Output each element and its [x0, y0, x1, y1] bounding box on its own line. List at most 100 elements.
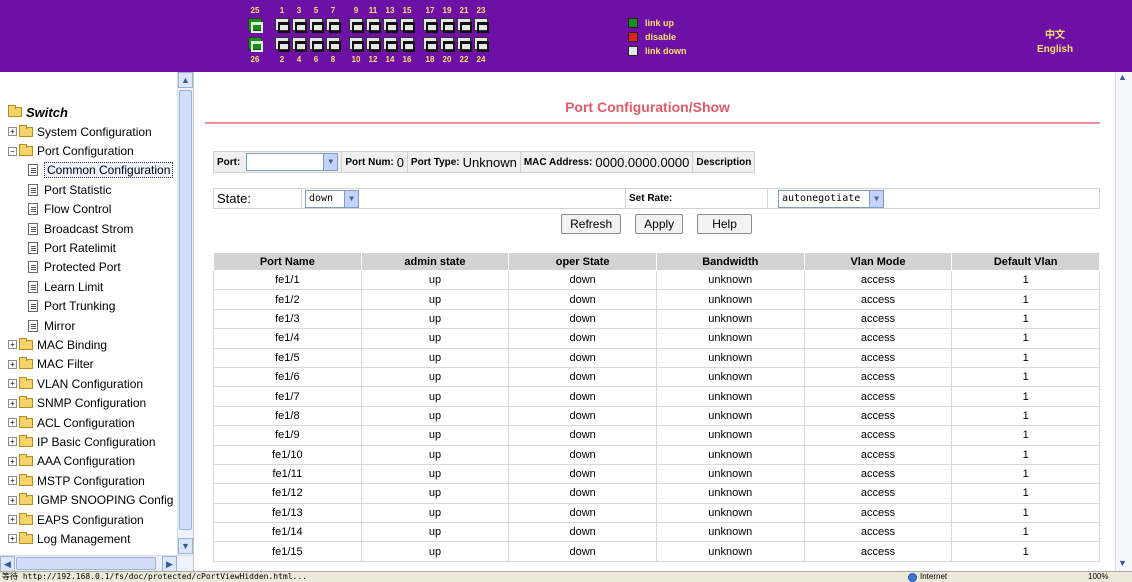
state-select[interactable]: down ▼ [305, 189, 359, 208]
table-row[interactable]: fe1/15 up down unknown access 1 [213, 541, 1100, 562]
table-cell[interactable]: fe1/12 [213, 483, 362, 504]
table-row[interactable]: fe1/13 up down unknown access 1 [213, 502, 1100, 524]
expand-icon[interactable]: + [8, 437, 17, 447]
port-15-icon[interactable] [400, 18, 415, 33]
table-cell[interactable]: fe1/5 [213, 347, 362, 368]
expand-icon[interactable]: + [8, 418, 17, 428]
table-row[interactable]: fe1/8 up down unknown access 1 [213, 405, 1100, 427]
port-7-icon[interactable] [326, 18, 341, 33]
table-cell[interactable]: fe1/13 [213, 502, 362, 524]
collapse-icon[interactable]: − [8, 146, 17, 156]
sidebar-item-flow-control[interactable]: Flow Control [8, 200, 176, 219]
sidebar-item-port-statistic[interactable]: Port Statistic [8, 180, 176, 199]
table-cell[interactable]: fe1/11 [213, 463, 362, 485]
port-9-icon[interactable] [349, 18, 364, 33]
port-6-icon[interactable] [309, 37, 324, 52]
table-row[interactable]: fe1/2 up down unknown access 1 [213, 289, 1100, 310]
hscroll-thumb[interactable] [16, 557, 156, 570]
table-row[interactable]: fe1/5 up down unknown access 1 [213, 347, 1100, 368]
table-cell[interactable]: fe1/4 [213, 328, 362, 349]
port-3-icon[interactable] [292, 18, 307, 33]
apply-button[interactable]: Apply [635, 214, 684, 234]
sidebar-vertical-scrollbar[interactable]: ▲ ▼ [177, 72, 193, 555]
sidebar-item-mstp-configuration[interactable]: + MSTP Configuration [8, 471, 176, 490]
sidebar-item-snmp-configuration[interactable]: + SNMP Configuration [8, 393, 176, 412]
port-20-icon[interactable] [440, 37, 455, 52]
table-row[interactable]: fe1/6 up down unknown access 1 [213, 366, 1100, 388]
lang-chinese-link[interactable]: 中文 [1010, 29, 1100, 43]
port-17-icon[interactable] [423, 18, 438, 33]
lang-english-link[interactable]: English [1010, 43, 1100, 57]
sidebar-item-eaps-configuration[interactable]: + EAPS Configuration [8, 510, 176, 529]
table-cell[interactable]: fe1/8 [213, 405, 362, 427]
table-cell[interactable]: fe1/15 [213, 541, 362, 562]
sidebar-item-igmp-snooping-config[interactable]: + IGMP SNOOPING Config [8, 490, 176, 509]
scroll-down-icon[interactable]: ▼ [1118, 558, 1127, 568]
scroll-down-icon[interactable]: ▼ [178, 538, 193, 554]
table-row[interactable]: fe1/3 up down unknown access 1 [213, 308, 1100, 330]
scroll-thumb[interactable] [179, 90, 192, 530]
table-row[interactable]: fe1/7 up down unknown access 1 [213, 386, 1100, 407]
scroll-right-icon[interactable]: ▶ [162, 556, 177, 572]
sidebar-item-log-management[interactable]: + Log Management [8, 529, 176, 548]
table-row[interactable]: fe1/10 up down unknown access 1 [213, 444, 1100, 465]
port-19-icon[interactable] [440, 18, 455, 33]
zoom-level[interactable]: 100% [1088, 572, 1108, 582]
table-row[interactable]: fe1/12 up down unknown access 1 [213, 483, 1100, 504]
scroll-up-icon[interactable]: ▲ [178, 72, 193, 88]
table-cell[interactable]: fe1/3 [213, 308, 362, 330]
table-cell[interactable]: fe1/6 [213, 366, 362, 388]
port-13-icon[interactable] [383, 18, 398, 33]
port-16-icon[interactable] [400, 37, 415, 52]
port-2-icon[interactable] [275, 37, 290, 52]
scroll-left-icon[interactable]: ◀ [0, 556, 15, 572]
expand-icon[interactable]: + [8, 534, 17, 544]
sidebar-item-system-configuration[interactable]: + System Configuration [8, 122, 176, 141]
port-14-icon[interactable] [383, 37, 398, 52]
sidebar-item-mirror[interactable]: Mirror [8, 316, 176, 335]
port-25-icon[interactable] [248, 18, 263, 33]
scroll-up-icon[interactable]: ▲ [1118, 72, 1127, 82]
table-row[interactable]: fe1/11 up down unknown access 1 [213, 463, 1100, 485]
port-24-icon[interactable] [474, 37, 489, 52]
sidebar-item-mac-binding[interactable]: + MAC Binding [8, 335, 176, 354]
rate-select[interactable]: autonegotiate ▼ [778, 189, 884, 208]
sidebar-item-common-configuration[interactable]: Common Configuration [8, 161, 176, 180]
table-cell[interactable]: fe1/1 [213, 269, 362, 291]
port-26-icon[interactable] [248, 37, 263, 52]
expand-icon[interactable]: + [8, 379, 17, 389]
expand-icon[interactable]: + [8, 359, 17, 369]
port-21-icon[interactable] [457, 18, 472, 33]
port-8-icon[interactable] [326, 37, 341, 52]
sidebar-item-port-configuration[interactable]: − Port Configuration [8, 141, 176, 160]
port-4-icon[interactable] [292, 37, 307, 52]
table-row[interactable]: fe1/1 up down unknown access 1 [213, 269, 1100, 291]
main-vertical-scrollbar[interactable]: ▲ ▼ [1115, 72, 1132, 571]
port-23-icon[interactable] [474, 18, 489, 33]
sidebar-item-ip-basic-configuration[interactable]: + IP Basic Configuration [8, 432, 176, 451]
port-10-icon[interactable] [349, 37, 364, 52]
sidebar-item-mac-filter[interactable]: + MAC Filter [8, 355, 176, 374]
table-row[interactable]: fe1/14 up down unknown access 1 [213, 522, 1100, 543]
expand-icon[interactable]: + [8, 398, 17, 408]
sidebar-item-aaa-configuration[interactable]: + AAA Configuration [8, 452, 176, 471]
refresh-button[interactable]: Refresh [561, 214, 622, 234]
sidebar-item-broadcast-strom[interactable]: Broadcast Strom [8, 219, 176, 238]
expand-icon[interactable]: + [8, 456, 17, 466]
port-11-icon[interactable] [366, 18, 381, 33]
sidebar-item-port-ratelimit[interactable]: Port Ratelimit [8, 238, 176, 257]
help-button[interactable]: Help [697, 214, 752, 234]
table-row[interactable]: fe1/4 up down unknown access 1 [213, 328, 1100, 349]
expand-icon[interactable]: + [8, 495, 17, 505]
table-cell[interactable]: fe1/14 [213, 522, 362, 543]
table-cell[interactable]: fe1/7 [213, 386, 362, 407]
port-1-icon[interactable] [275, 18, 290, 33]
table-cell[interactable]: fe1/2 [213, 289, 362, 310]
sidebar-item-protected-port[interactable]: Protected Port [8, 258, 176, 277]
port-select[interactable]: ▼ [246, 153, 339, 171]
expand-icon[interactable]: + [8, 127, 17, 137]
port-5-icon[interactable] [309, 18, 324, 33]
sidebar-item-learn-limit[interactable]: Learn Limit [8, 277, 176, 296]
port-12-icon[interactable] [366, 37, 381, 52]
tree-root[interactable]: Switch [8, 102, 176, 122]
